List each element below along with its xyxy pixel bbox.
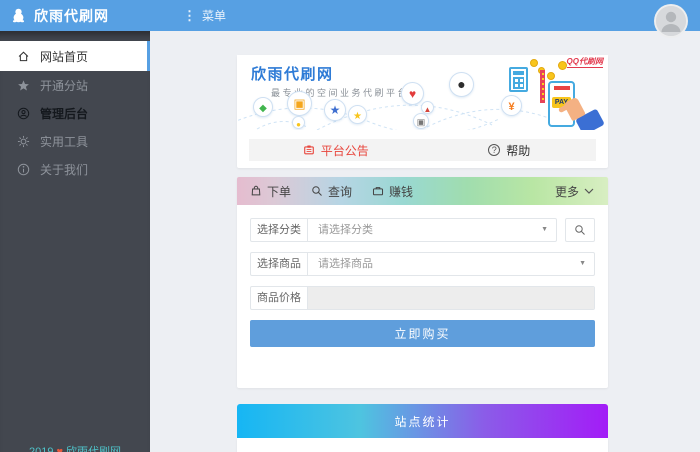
product-label: 选择商品 xyxy=(251,253,308,275)
help-button[interactable]: 帮助 xyxy=(423,142,597,159)
price-input[interactable] xyxy=(308,287,594,309)
sidebar-item-label: 管理后台 xyxy=(40,105,88,122)
tab-order[interactable]: 下单 xyxy=(250,183,291,200)
vertical-dots-icon: ⋮ xyxy=(183,9,196,22)
sidebar-item-label: 实用工具 xyxy=(40,133,88,150)
user-silhouette-icon xyxy=(656,6,686,36)
footer-year: 2019 xyxy=(29,446,53,452)
sidebar-item-about[interactable]: 关于我们 xyxy=(0,155,150,183)
buy-button[interactable]: 立即购买 xyxy=(250,320,595,347)
ribbon-illustration xyxy=(540,70,545,103)
main-content: 欣雨代刷网 最专业的空间业务代刷平台 QQ代刷网 PAY xyxy=(150,31,700,452)
sidebar-item-substation[interactable]: 开通分站 xyxy=(0,71,150,99)
question-circle-icon xyxy=(488,144,500,156)
tab-label: 查询 xyxy=(328,183,352,200)
sidebar: 网站首页 开通分站 管理后台 实用工具 关于我们 2019♥欣雨代刷网 xyxy=(0,31,150,452)
tab-label: 赚钱 xyxy=(389,183,413,200)
more-button[interactable]: 更多 xyxy=(555,183,595,200)
corner-logo: QQ代刷网 xyxy=(567,56,603,68)
sidebar-footer: 2019♥欣雨代刷网 xyxy=(0,443,150,452)
bubble-yuan-icon xyxy=(501,95,522,116)
bubble-camera-icon xyxy=(413,113,429,129)
stats-card: 站点统计 xyxy=(237,404,608,452)
briefcase-icon xyxy=(372,185,384,197)
search-button[interactable] xyxy=(565,218,595,242)
stats-header: 站点统计 xyxy=(237,404,608,438)
sidebar-item-tools[interactable]: 实用工具 xyxy=(0,127,150,155)
sidebar-item-admin[interactable]: 管理后台 xyxy=(0,99,150,127)
bubble-gift-icon xyxy=(287,91,312,116)
category-select-value: 请选择分类 xyxy=(318,224,373,236)
brand-name: 欣雨代刷网 xyxy=(34,6,109,26)
megaphone-icon xyxy=(303,144,315,156)
banner-title: 欣雨代刷网 xyxy=(251,63,334,84)
bubble-coin-icon xyxy=(292,116,305,129)
banner: 欣雨代刷网 最专业的空间业务代刷平台 QQ代刷网 PAY xyxy=(237,55,608,130)
product-row: 选择商品 请选择商品 ▼ xyxy=(250,252,595,276)
info-circle-icon xyxy=(17,163,30,176)
search-icon xyxy=(311,185,323,197)
caret-down-icon: ▼ xyxy=(541,219,548,241)
tab-earn[interactable]: 赚钱 xyxy=(372,183,413,200)
bubble-penguin-icon xyxy=(449,72,474,97)
coin-icon xyxy=(530,59,538,67)
banner-card: 欣雨代刷网 最专业的空间业务代刷平台 QQ代刷网 PAY xyxy=(237,55,608,168)
user-circle-icon xyxy=(17,107,30,120)
order-card: 下单 查询 赚钱 更多 选择分类 请选择分类 ▼ xyxy=(237,177,608,388)
top-header: 欣雨代刷网 ⋮ 菜单 xyxy=(0,0,700,31)
coin-icon xyxy=(547,72,555,80)
price-row: 商品价格 xyxy=(250,286,595,310)
tab-query[interactable]: 查询 xyxy=(311,183,352,200)
chevron-down-icon xyxy=(583,185,595,197)
penguin-icon xyxy=(10,7,27,24)
caret-down-icon: ▼ xyxy=(579,253,586,275)
sidebar-item-label: 网站首页 xyxy=(40,48,88,65)
price-label: 商品价格 xyxy=(251,287,308,309)
order-form: 选择分类 请选择分类 ▼ 选择商品 请选择商品 ▼ xyxy=(237,205,608,347)
tab-label: 下单 xyxy=(267,183,291,200)
product-select[interactable]: 请选择商品 ▼ xyxy=(308,253,594,275)
announcement-label: 平台公告 xyxy=(321,142,369,159)
bubble-heart-icon xyxy=(401,82,424,105)
brand[interactable]: 欣雨代刷网 xyxy=(0,6,150,26)
bubble-star-icon xyxy=(348,105,367,124)
bubble-blue-star-icon xyxy=(324,99,346,121)
sidebar-item-home[interactable]: 网站首页 xyxy=(0,41,150,71)
home-icon xyxy=(17,50,30,63)
star-icon xyxy=(17,79,30,92)
search-icon xyxy=(574,224,586,236)
sidebar-item-label: 关于我们 xyxy=(40,161,88,178)
stats-body xyxy=(237,438,608,452)
menu-label: 菜单 xyxy=(202,7,226,24)
calculator-illustration xyxy=(509,67,528,92)
more-label: 更多 xyxy=(555,183,579,200)
footer-brand: 欣雨代刷网 xyxy=(66,446,121,452)
menu-button[interactable]: ⋮ 菜单 xyxy=(183,7,226,24)
category-row: 选择分类 请选择分类 ▼ xyxy=(250,218,595,242)
notice-bar: 平台公告 帮助 xyxy=(249,139,596,161)
help-label: 帮助 xyxy=(506,142,530,159)
bag-icon xyxy=(250,185,262,197)
category-select[interactable]: 请选择分类 ▼ xyxy=(308,219,556,241)
product-select-value: 请选择商品 xyxy=(318,258,373,270)
coin-icon xyxy=(558,61,567,70)
sidebar-item-label: 开通分站 xyxy=(40,77,88,94)
bubble-diamond-icon xyxy=(253,97,273,117)
tab-bar: 下单 查询 赚钱 更多 xyxy=(237,177,608,205)
heart-icon: ♥ xyxy=(53,446,66,452)
announcement-button[interactable]: 平台公告 xyxy=(249,142,423,159)
category-label: 选择分类 xyxy=(251,219,308,241)
gear-icon xyxy=(17,135,30,148)
avatar[interactable] xyxy=(654,4,688,38)
